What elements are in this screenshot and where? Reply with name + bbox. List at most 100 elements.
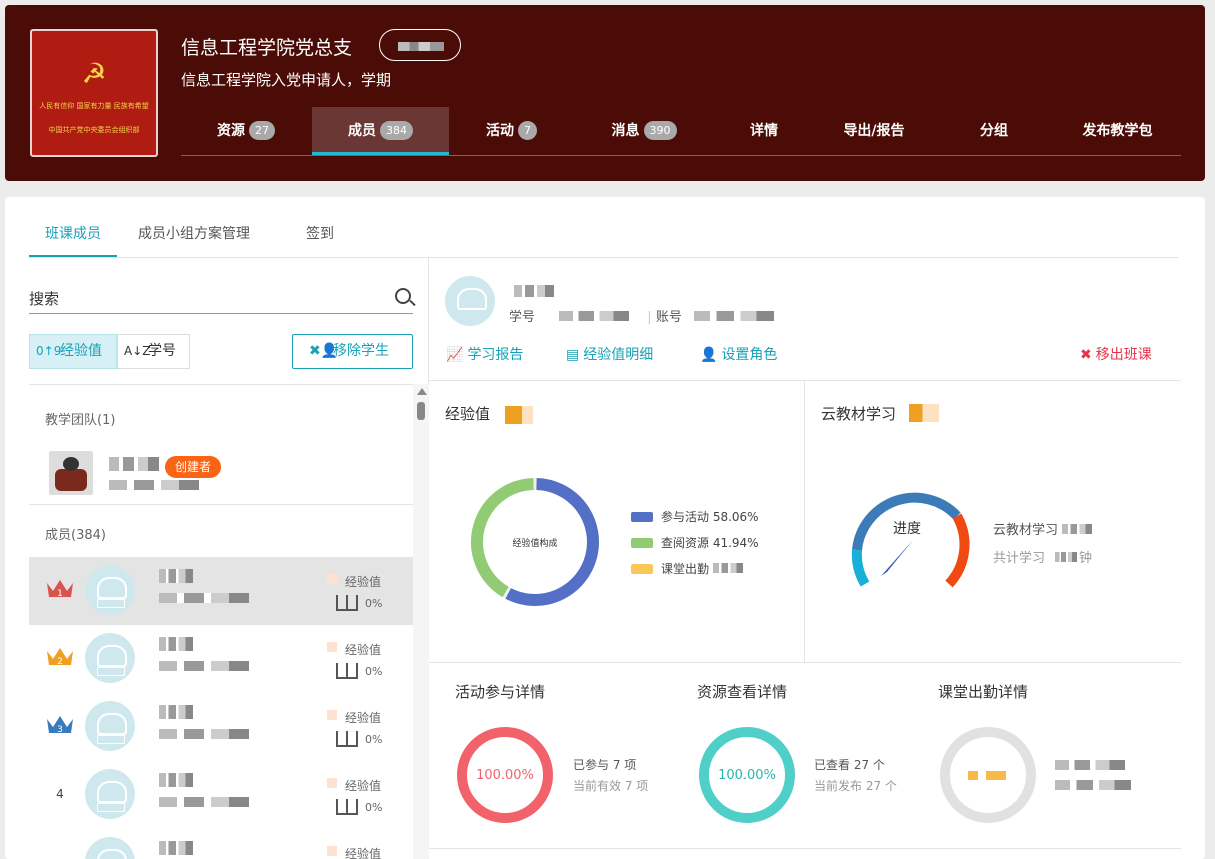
redacted-name xyxy=(159,841,193,855)
resource-ring: 100.00% xyxy=(699,727,795,823)
progress-pct: 0% xyxy=(365,665,383,678)
redacted-id xyxy=(159,661,249,671)
exp-donut-chart: 经验值构成 xyxy=(471,478,599,606)
class-code-pill[interactable] xyxy=(379,29,461,61)
legend-activity: 参与活动 58.06% xyxy=(631,508,759,525)
list-item[interactable]: 3 经验值 0% xyxy=(29,693,413,761)
redacted-value xyxy=(1055,552,1078,562)
sort-by-number-button[interactable]: A↓Z 学号 xyxy=(117,334,190,369)
action-label: 经验值明细 xyxy=(583,347,654,363)
redacted-value xyxy=(1055,760,1125,770)
resource-line1: 已查看 27 个 xyxy=(814,758,885,772)
redacted-value xyxy=(1055,780,1131,790)
progress-pct: 0% xyxy=(365,597,383,610)
crown-gold-rank-1-icon: 1 xyxy=(47,580,73,599)
sort-by-exp-button[interactable]: 0↑9 经验值 xyxy=(29,334,117,369)
search-icon[interactable] xyxy=(395,288,411,304)
nav-groups[interactable]: 分组 xyxy=(934,107,1054,155)
exp-label: 经验值 xyxy=(326,642,382,657)
scroll-up-icon[interactable] xyxy=(417,388,427,395)
activity-line2: 当前有效 7 项 xyxy=(573,779,649,793)
donut-segment-resource xyxy=(471,478,534,598)
tab-checkin[interactable]: 签到 xyxy=(306,215,334,257)
member-tabs: 班课成员 成员小组方案管理 签到 xyxy=(29,215,1179,258)
scroll-thumb[interactable] xyxy=(417,402,425,420)
nav-label: 详情 xyxy=(750,123,778,139)
learning-report-button[interactable]: 📈 学习报告 xyxy=(446,344,523,364)
nav-messages[interactable]: 消息 390 xyxy=(574,107,714,155)
divider xyxy=(429,848,1181,849)
user-icon: 👤 xyxy=(700,347,718,363)
redacted-value xyxy=(713,563,744,573)
sort-exp-label: 经验值 xyxy=(60,343,102,359)
redacted-name xyxy=(159,773,193,787)
divider xyxy=(429,662,1181,663)
redacted-name xyxy=(109,457,159,471)
remove-from-class-button[interactable]: ✖ 移出班课 xyxy=(1080,344,1152,364)
list-scrollbar[interactable] xyxy=(413,384,429,859)
legend-attendance: 课堂出勤 xyxy=(631,560,744,577)
redacted-name xyxy=(159,637,193,651)
nav-badge: 27 xyxy=(249,121,275,140)
search-placeholder: 搜索 xyxy=(29,290,60,308)
divider xyxy=(429,380,1181,381)
book-icon xyxy=(336,663,358,679)
attendance-ring xyxy=(940,727,1036,823)
redacted-student-no xyxy=(559,311,630,321)
nav-resources[interactable]: 资源 27 xyxy=(181,107,311,155)
document-icon: ▤ xyxy=(566,347,580,363)
redacted-exp-value xyxy=(505,406,533,424)
redacted-id xyxy=(109,480,199,490)
activity-pct: 100.00% xyxy=(476,768,534,783)
tab-class-members[interactable]: 班课成员 xyxy=(29,215,117,257)
redacted-name xyxy=(159,705,193,719)
progress-pct: 0% xyxy=(365,733,383,746)
nav-label: 发布教学包 xyxy=(1082,123,1153,139)
teacher-avatar xyxy=(49,451,93,495)
list-item[interactable]: 4 经验值 0% xyxy=(29,761,413,829)
teacher-row[interactable]: 创建者 xyxy=(29,443,413,505)
divider: | xyxy=(647,310,652,325)
list-item[interactable]: 2 经验值 0% xyxy=(29,625,413,693)
nav-publish[interactable]: 发布教学包 xyxy=(1054,107,1181,155)
nav-badge: 384 xyxy=(380,121,413,140)
redacted-id xyxy=(159,729,249,739)
nav-label: 消息 xyxy=(611,123,640,139)
remove-student-button[interactable]: ✖👤 移除学生 xyxy=(292,334,413,369)
progress-gauge: 进度 xyxy=(851,492,970,588)
exp-section-title: 经验值 xyxy=(445,405,491,423)
action-label: 移出班课 xyxy=(1095,347,1152,363)
cloud-textbook-title: 云教材学习 xyxy=(821,405,897,423)
resource-pct: 100.00% xyxy=(718,768,776,783)
list-item[interactable]: 1 经验值 0% xyxy=(29,557,413,625)
tab-group-plans[interactable]: 成员小组方案管理 xyxy=(138,215,250,257)
gauge-needle xyxy=(881,540,913,576)
nav-export[interactable]: 导出/报告 xyxy=(814,107,934,155)
donut-center-label: 经验值构成 xyxy=(512,537,557,549)
remove-user-icon: ✖👤 xyxy=(309,343,339,359)
redacted-account xyxy=(693,311,774,321)
redacted-id xyxy=(159,593,249,603)
class-subtitle: 信息工程学院入党申请人，学期 xyxy=(181,71,392,89)
nav-details[interactable]: 详情 xyxy=(714,107,814,155)
remove-student-label: 移除学生 xyxy=(333,343,389,359)
exp-detail-button[interactable]: ▤ 经验值明细 xyxy=(566,344,653,364)
search-input[interactable]: 搜索 xyxy=(29,282,413,314)
list-item[interactable]: 经验值 xyxy=(29,829,413,859)
nav-label: 资源 xyxy=(217,123,245,139)
nav-members[interactable]: 成员 384 xyxy=(312,107,449,155)
action-label: 设置角色 xyxy=(721,347,778,363)
class-title: 信息工程学院党总支 xyxy=(181,37,353,59)
crown-rank-2-icon: 2 xyxy=(47,648,73,667)
student-ids: 学号 | 账号 xyxy=(509,306,774,325)
avatar xyxy=(85,837,135,859)
set-role-button[interactable]: 👤 设置角色 xyxy=(700,344,777,364)
exp-label: 经验值 xyxy=(326,710,382,725)
nav-activities[interactable]: 活动 7 xyxy=(449,107,574,155)
account-label: 账号 xyxy=(655,310,682,325)
crown-rank-3-icon: 3 xyxy=(47,716,73,735)
progress-pct: 0% xyxy=(365,801,383,814)
svg-text:1: 1 xyxy=(57,589,63,599)
remove-user-icon: ✖ xyxy=(1080,347,1092,363)
avatar xyxy=(85,633,135,683)
